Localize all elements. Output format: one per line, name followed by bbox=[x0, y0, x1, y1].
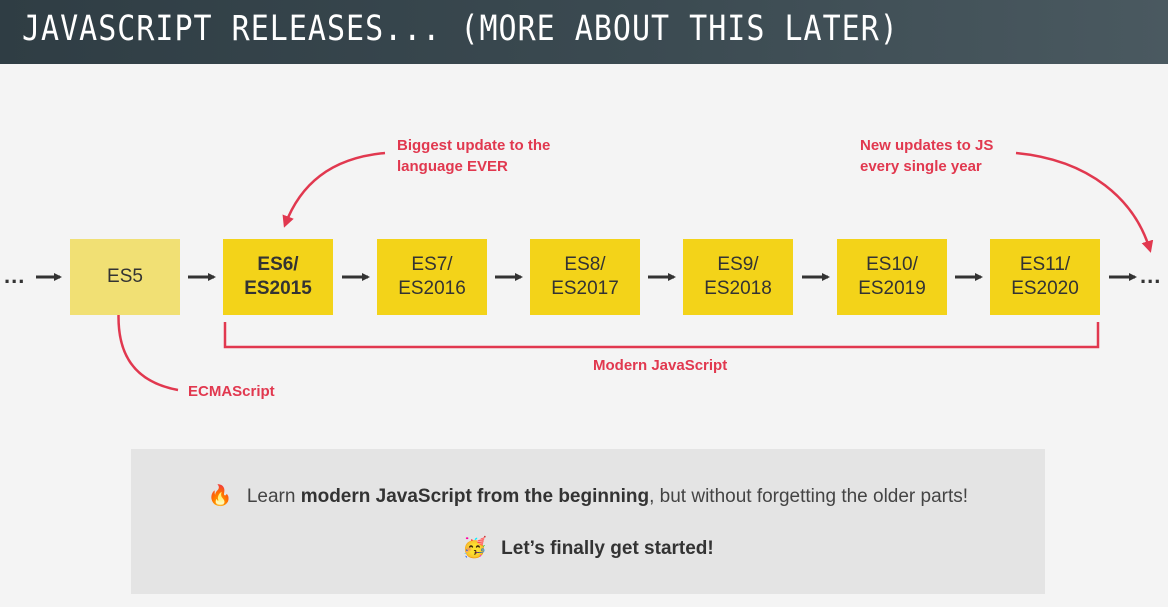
party-face-icon: 🥳 bbox=[462, 537, 488, 559]
release-year: ES2015 bbox=[244, 278, 312, 299]
release-label: ES11/ bbox=[1019, 254, 1071, 276]
timeline-leading-ellipsis: ... bbox=[4, 263, 26, 288]
annotation-biggest-update: Biggest update to the language EVER bbox=[397, 137, 551, 175]
release-year: ES2019 bbox=[858, 278, 926, 299]
timeline-trailing-ellipsis: ... bbox=[1140, 263, 1162, 288]
release-box-es11: ES11/ ES2020 bbox=[990, 239, 1100, 315]
annotation-ecmascript: ECMAScript bbox=[188, 383, 275, 400]
fire-icon: 🔥 bbox=[207, 485, 233, 507]
arrow-ecmascript bbox=[112, 302, 179, 392]
modern-js-bracket bbox=[223, 322, 1100, 349]
release-year: ES2020 bbox=[1011, 278, 1079, 299]
release-year: ES2017 bbox=[551, 278, 619, 299]
release-year: ES2016 bbox=[398, 278, 466, 299]
release-box-es6: ES6/ ES2015 bbox=[223, 239, 333, 315]
release-label: ES8/ bbox=[564, 254, 606, 276]
release-box-es5: ES5 bbox=[70, 239, 180, 315]
callout-line-learn: 🔥 Learn modern JavaScript from the beginn… bbox=[207, 485, 969, 507]
release-box-es10: ES10/ ES2019 bbox=[837, 239, 947, 315]
arrow-yearly-updates bbox=[1015, 151, 1154, 253]
annotation-yearly-updates: New updates to JS every single year bbox=[860, 137, 994, 175]
release-label: ES6/ bbox=[257, 254, 299, 276]
release-box-es8: ES8/ ES2017 bbox=[530, 239, 640, 315]
release-box-es9: ES9/ ES2018 bbox=[683, 239, 793, 315]
annotation-modern-javascript: Modern JavaScript bbox=[593, 357, 728, 374]
release-box-es7: ES7/ ES2016 bbox=[377, 239, 487, 315]
callout-line-get-started: 🥳 Let’s finally get started! bbox=[462, 537, 714, 559]
arrow-biggest-update bbox=[282, 151, 386, 228]
release-year: ES2018 bbox=[704, 278, 772, 299]
summary-callout: 🔥 Learn modern JavaScript from the beginn… bbox=[131, 449, 1045, 594]
release-label: ES10/ bbox=[866, 254, 918, 276]
release-label: ES7/ bbox=[411, 254, 453, 276]
release-label: ES5 bbox=[107, 266, 143, 288]
release-label: ES9/ bbox=[717, 254, 759, 276]
